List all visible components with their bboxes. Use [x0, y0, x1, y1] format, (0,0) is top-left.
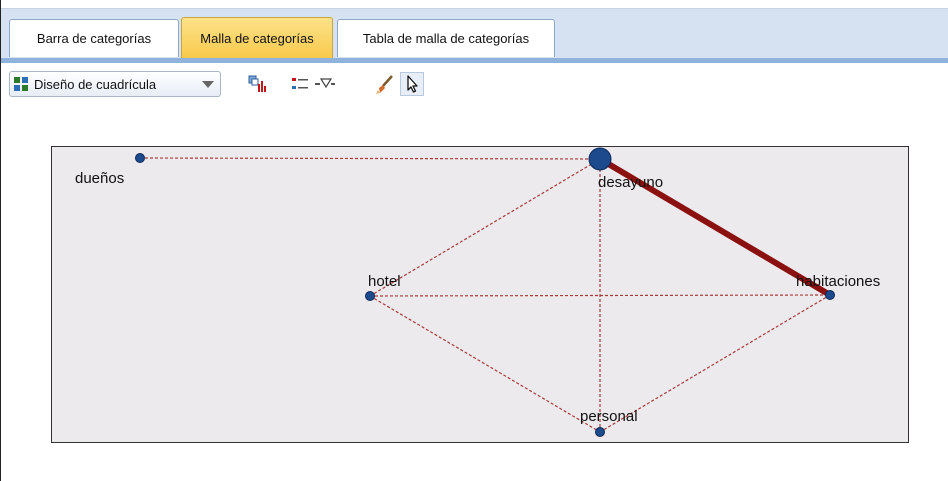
category-web-graph: dueños desayuno hotel habitaciones personal	[75, 147, 880, 437]
node-label-duenos: dueños	[75, 170, 124, 187]
node-personal[interactable]	[595, 427, 605, 437]
node-hotel[interactable]	[365, 291, 375, 301]
node-duenos[interactable]	[135, 153, 145, 163]
node-label-hotel: hotel	[368, 273, 401, 290]
node-label-desayuno: desayuno	[598, 174, 663, 191]
link-hotel-personal[interactable]	[369, 295, 601, 433]
node-label-habitaciones: habitaciones	[796, 273, 880, 290]
link-desayuno-hotel[interactable]	[369, 158, 601, 297]
node-label-personal: personal	[580, 408, 638, 425]
node-habitaciones[interactable]	[825, 290, 835, 300]
link-duenos-desayuno[interactable]	[139, 157, 601, 160]
node-desayuno[interactable]	[588, 147, 612, 171]
